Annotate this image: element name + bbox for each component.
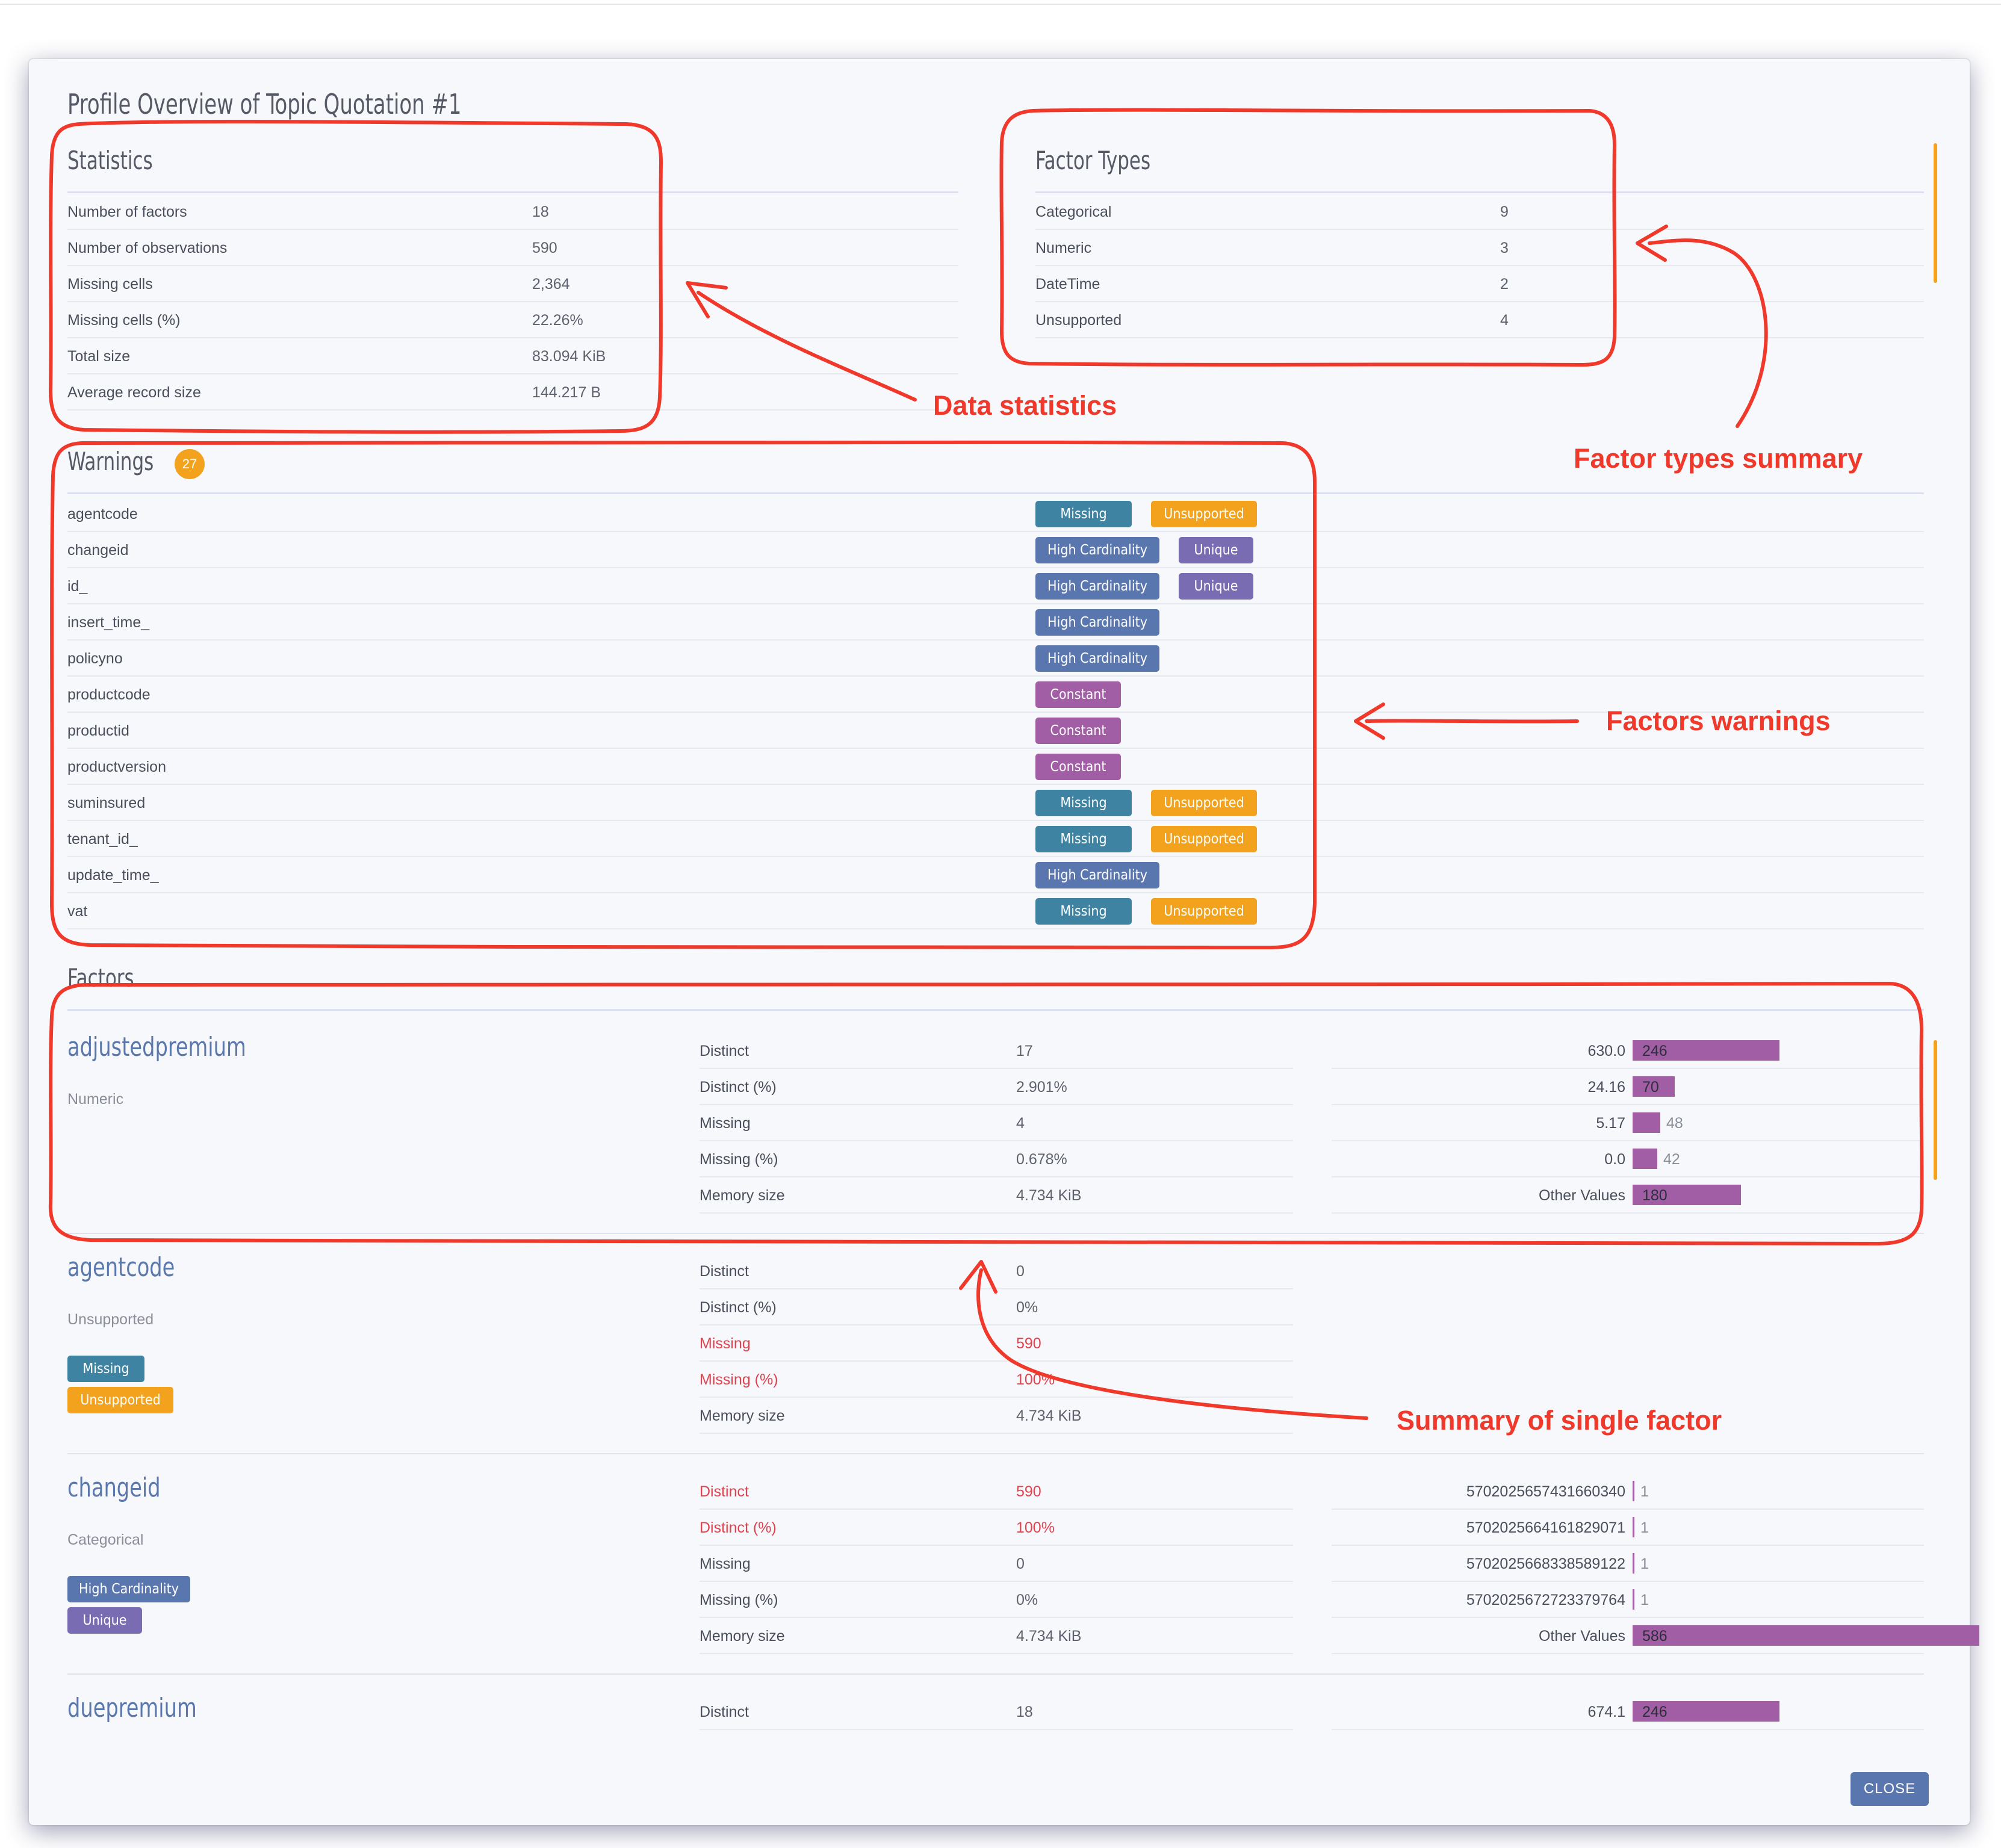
factor-summary-highlight-box (48, 981, 1924, 1247)
factor-types-highlight-box (999, 108, 1617, 367)
annotation-overlay (48, 108, 1924, 1420)
statistics-highlight-box (49, 119, 663, 434)
factor-types-arrow (1648, 238, 1768, 428)
warnings-highlight-box (50, 439, 1317, 950)
annotation-data-statistics: Data statistics (933, 390, 1117, 421)
annotation-factor-types-summary: Factor types summary (1574, 443, 1863, 474)
annotation-summary-single-factor: Summary of single factor (1397, 1405, 1722, 1436)
annotation-factors-warnings: Factors warnings (1606, 705, 1831, 736)
single-factor-arrow (976, 1268, 1368, 1420)
data-statistics-arrow (696, 291, 917, 402)
